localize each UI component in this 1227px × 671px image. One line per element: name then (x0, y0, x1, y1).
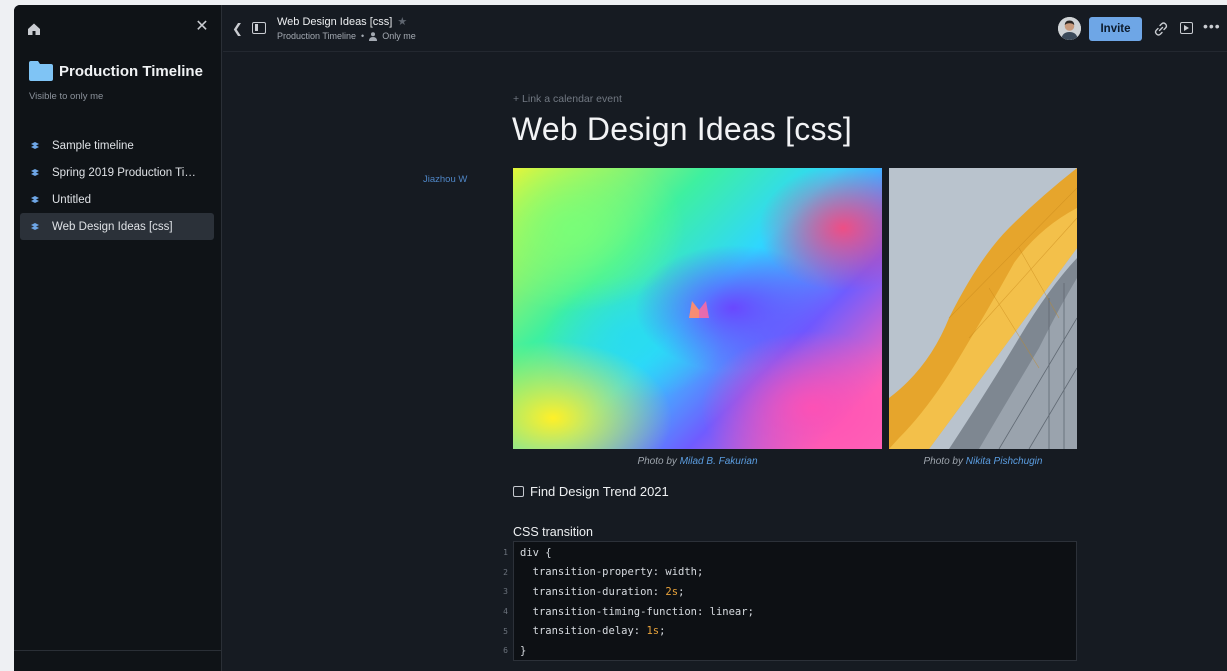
doc-title-text: Web Design Ideas [css] (277, 15, 393, 28)
sharing-status[interactable]: Only me (382, 31, 416, 41)
link-icon[interactable] (1153, 21, 1169, 37)
todo-checkbox[interactable] (513, 486, 524, 497)
gradient-artwork-image[interactable] (513, 168, 882, 449)
dropbox-paper-icon (31, 195, 39, 203)
code-token: transition-delay: (520, 625, 647, 638)
sidebar-item-untitled[interactable]: Untitled (20, 186, 214, 213)
link-calendar-event[interactable]: + Link a calendar event (513, 93, 622, 105)
photographer-link[interactable]: Nikita Pishchugin (966, 456, 1043, 467)
sidebar-item-label: Web Design Ideas [css] (52, 220, 173, 233)
code-block[interactable]: 1 div { 2 transition-property: width; 3 … (503, 541, 1077, 661)
breadcrumb: Production Timeline • Only me (277, 31, 416, 41)
sidebar-item-label: Spring 2019 Production Tim... (52, 166, 202, 179)
line-number: 6 (503, 646, 508, 656)
home-icon[interactable] (26, 21, 42, 37)
sidebar-footer-divider (14, 650, 222, 651)
sidebar-item-web-design-ideas[interactable]: Web Design Ideas [css] (20, 213, 214, 240)
sidebar-toggle-icon[interactable] (252, 22, 266, 34)
sidebar-item-label: Sample timeline (52, 139, 134, 152)
code-text: div { (520, 546, 552, 559)
chevron-left-icon[interactable]: ❮ (232, 22, 244, 36)
star-icon[interactable]: ★ (397, 15, 407, 28)
dropbox-paper-icon (31, 168, 39, 176)
page-title[interactable]: Web Design Ideas [css] (512, 111, 852, 148)
image-caption: Photo by Milad B. Fakurian (513, 456, 882, 467)
code-text: transition-property: width; (520, 566, 704, 579)
breadcrumb-separator: • (361, 31, 365, 41)
close-icon[interactable]: ✕ (194, 19, 210, 35)
line-number: 2 (503, 567, 508, 577)
line-number: 5 (503, 626, 508, 636)
caption-prefix: Photo by (923, 456, 963, 467)
app-window: ✕ Production Timeline Visible to only me… (14, 5, 1227, 671)
sidebar-item-sample-timeline[interactable]: Sample timeline (20, 132, 214, 159)
sidebar: ✕ Production Timeline Visible to only me… (14, 5, 222, 671)
code-token: ; (678, 585, 685, 598)
code-text: } (520, 644, 527, 657)
m-logo-icon (689, 301, 709, 318)
line-number: 3 (503, 587, 508, 597)
code-text: transition-timing-function: linear; (520, 605, 754, 618)
sidebar-item-label: Untitled (52, 193, 91, 206)
doc-list: Sample timeline Spring 2019 Production T… (20, 132, 214, 240)
code-text: transition-duration: 2s; (520, 585, 685, 598)
code-text: transition-delay: 1s; (520, 625, 666, 638)
folder-title: Production Timeline (59, 62, 203, 80)
folder-header: Production Timeline (29, 61, 203, 81)
more-options-icon[interactable]: ••• (1203, 18, 1221, 34)
image-caption: Photo by Nikita Pishchugin (889, 456, 1077, 467)
dropbox-paper-icon (31, 141, 39, 149)
sidebar-item-spring-2019[interactable]: Spring 2019 Production Tim... (20, 159, 214, 186)
breadcrumb-folder[interactable]: Production Timeline (277, 31, 356, 41)
code-heading[interactable]: CSS transition (513, 525, 593, 539)
author-attribution: Jiazhou W (423, 174, 468, 185)
photographer-link[interactable]: Milad B. Fakurian (680, 456, 758, 467)
doc-title-header: Web Design Ideas [css] ★ (277, 15, 407, 29)
caption-prefix: Photo by (637, 456, 677, 467)
todo-item: Find Design Trend 2021 (513, 484, 669, 499)
folder-icon (29, 61, 53, 81)
dropbox-paper-icon (31, 222, 39, 230)
code-token: ; (659, 625, 666, 638)
code-token: transition-duration: (520, 585, 666, 598)
present-icon[interactable] (1180, 22, 1193, 34)
line-number: 1 (503, 548, 508, 558)
folder-visibility: Visible to only me (29, 91, 104, 102)
avatar[interactable] (1058, 17, 1081, 40)
invite-button[interactable]: Invite (1089, 17, 1142, 41)
todo-label[interactable]: Find Design Trend 2021 (530, 484, 669, 499)
code-number: 2s (665, 585, 679, 598)
code-number: 1s (646, 625, 660, 638)
line-number: 4 (503, 607, 508, 617)
architecture-image[interactable] (889, 168, 1077, 449)
top-bar: ❮ Web Design Ideas [css] ★ Production Ti… (223, 5, 1227, 52)
person-icon (369, 31, 378, 41)
